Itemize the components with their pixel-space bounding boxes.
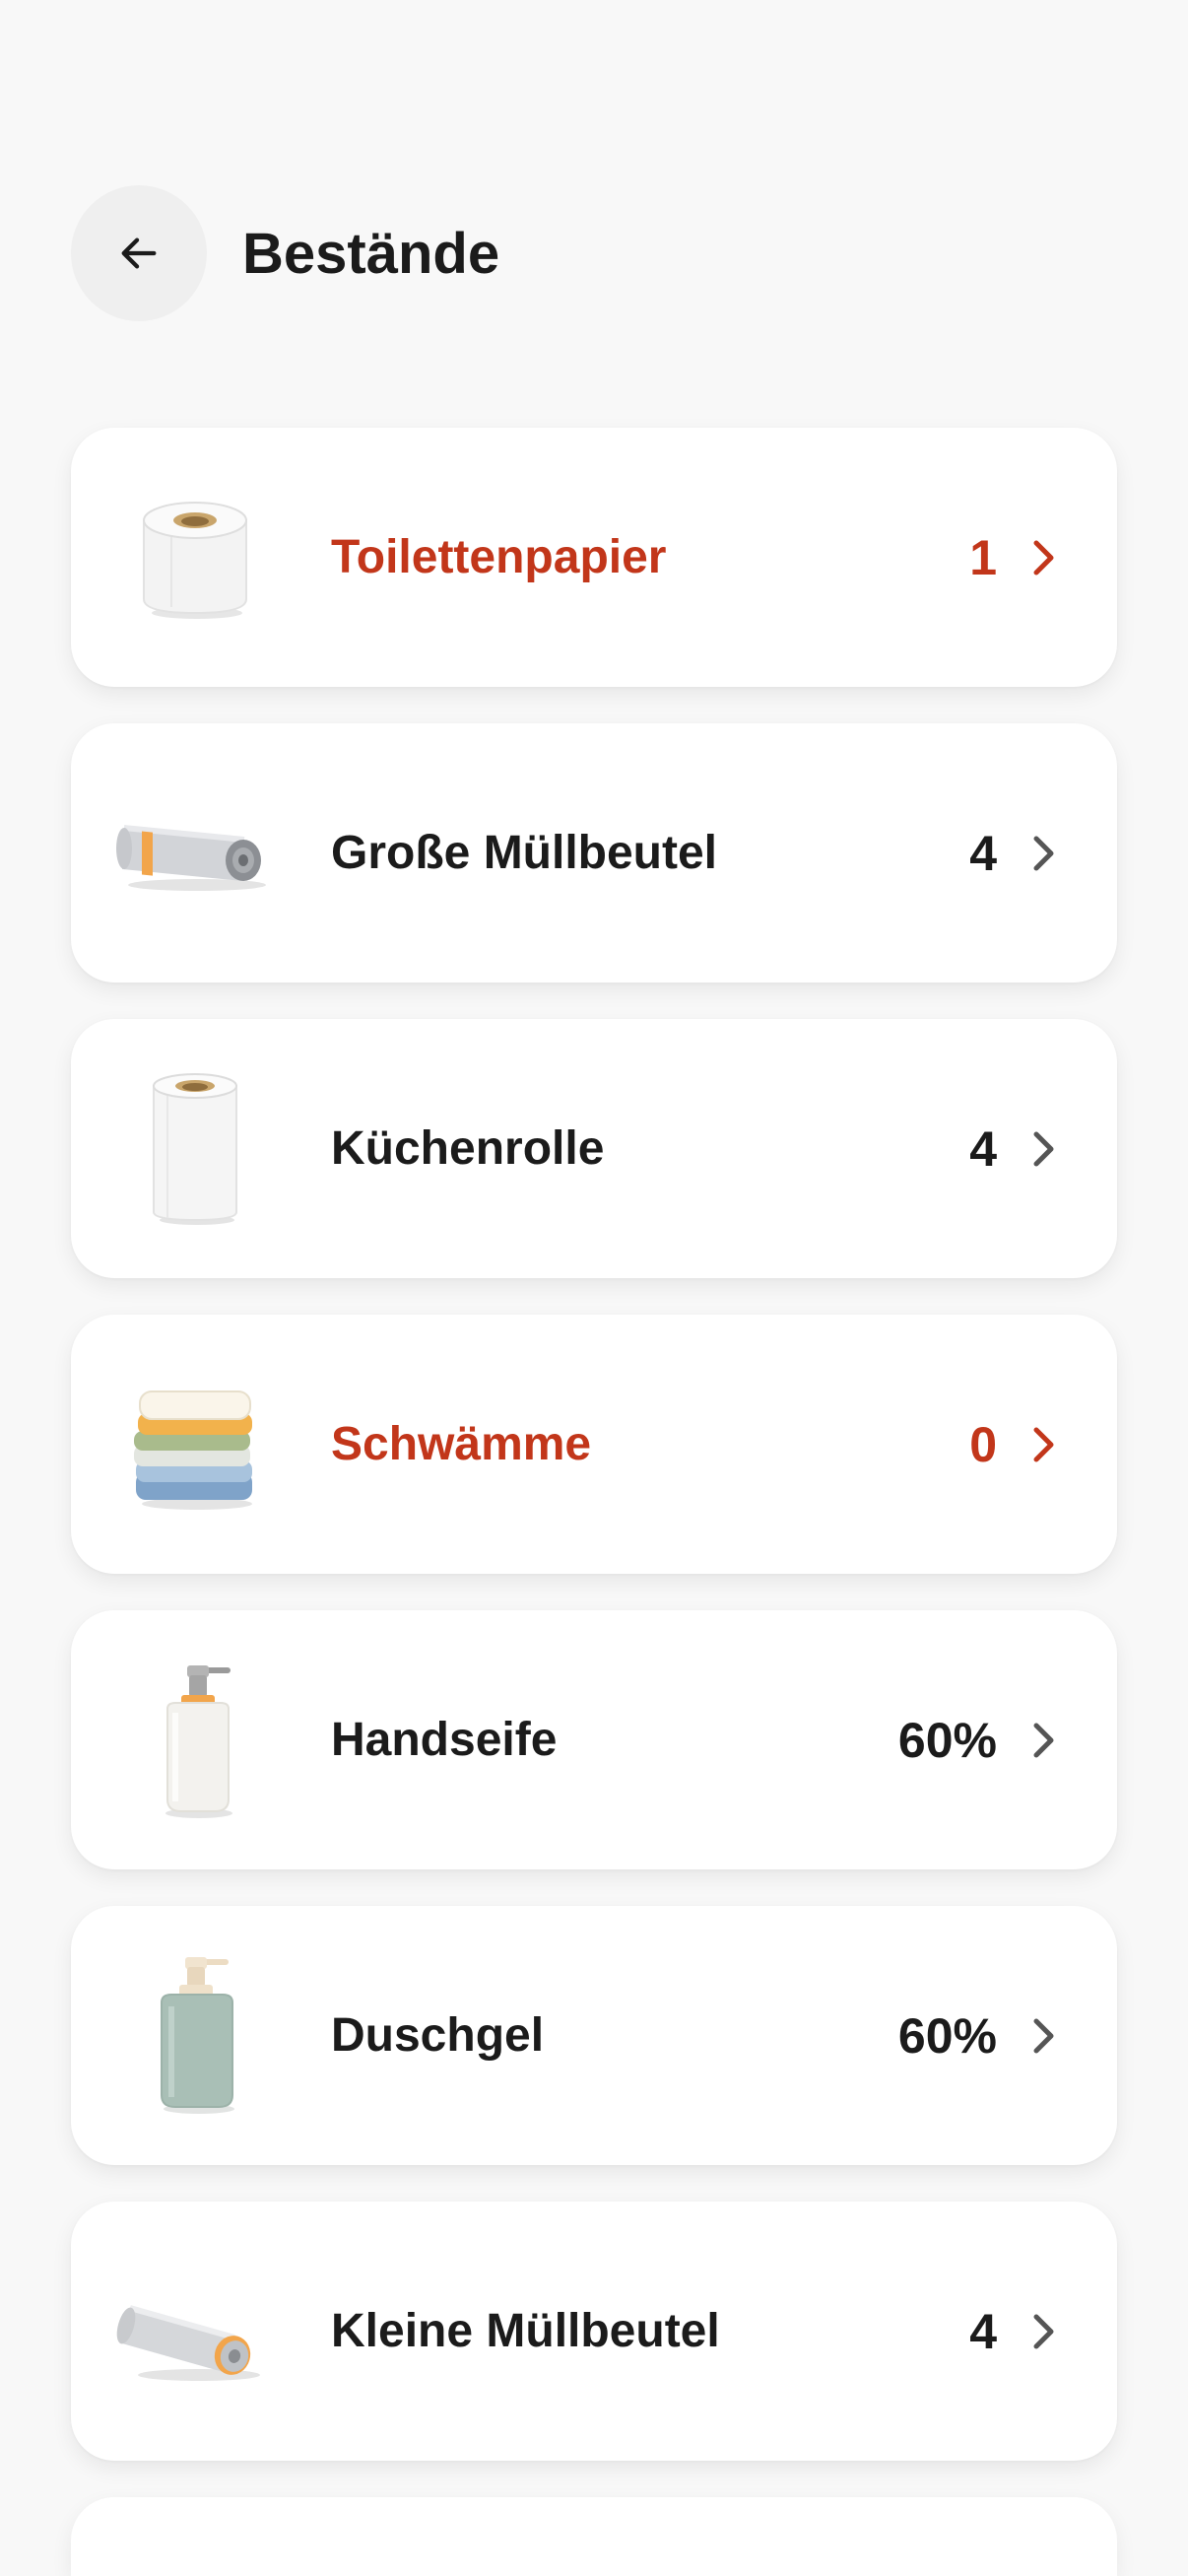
- kitchen-roll-icon: [116, 1070, 274, 1228]
- inventory-item-kitchen-roll[interactable]: Küchenrolle 4: [71, 1019, 1117, 1278]
- chevron-right-icon: [1024, 2016, 1064, 2056]
- large-trash-bags-icon: [116, 775, 274, 932]
- inventory-item-partial[interactable]: [71, 2497, 1117, 2576]
- chevron-right-icon: [1024, 834, 1064, 873]
- item-label: Große Müllbeutel: [331, 827, 718, 879]
- item-label: Duschgel: [331, 2009, 545, 2062]
- toilet-paper-icon: [116, 479, 274, 637]
- chevron-right-icon: [1024, 2312, 1064, 2351]
- item-count: 0: [969, 1416, 997, 1472]
- inventory-item-toilet-paper[interactable]: Toilettenpapier 1: [71, 428, 1117, 687]
- back-button[interactable]: [71, 185, 207, 321]
- inventory-item-large-trash-bags[interactable]: Große Müllbeutel 4: [71, 723, 1117, 983]
- inventory-item-sponges[interactable]: Schwämme 0: [71, 1315, 1117, 1574]
- sponges-icon: [116, 1366, 274, 1524]
- shower-gel-icon: [116, 1956, 274, 2115]
- item-count: 4: [969, 1120, 997, 1177]
- item-label: Toilettenpapier: [331, 531, 667, 583]
- item-count: 1: [969, 529, 997, 585]
- item-label: Schwämme: [331, 1418, 592, 1470]
- inventory-list: Toilettenpapier 1 Große Müllbeutel 4 Küc…: [71, 428, 1117, 2576]
- item-label: Handseife: [331, 1714, 558, 1766]
- inventory-item-shower-gel[interactable]: Duschgel 60%: [71, 1906, 1117, 2165]
- item-label: Kleine Müllbeutel: [331, 2305, 720, 2357]
- chevron-right-icon: [1024, 1721, 1064, 1760]
- inventory-item-small-trash-bags[interactable]: Kleine Müllbeutel 4: [71, 2202, 1117, 2461]
- hand-soap-icon: [116, 1661, 274, 1819]
- chevron-right-icon: [1024, 538, 1064, 577]
- page-header: Bestände: [71, 185, 499, 321]
- item-count: 4: [969, 825, 997, 881]
- small-trash-bags-icon: [116, 2253, 274, 2410]
- inventory-item-hand-soap[interactable]: Handseife 60%: [71, 1610, 1117, 1869]
- chevron-right-icon: [1024, 1129, 1064, 1169]
- page-title: Bestände: [242, 221, 500, 286]
- item-count: 4: [969, 2303, 997, 2359]
- arrow-left-icon: [121, 237, 157, 269]
- item-count: 60%: [897, 2007, 997, 2064]
- item-count: 60%: [897, 1712, 997, 1768]
- chevron-right-icon: [1024, 1425, 1064, 1464]
- item-label: Küchenrolle: [331, 1122, 605, 1175]
